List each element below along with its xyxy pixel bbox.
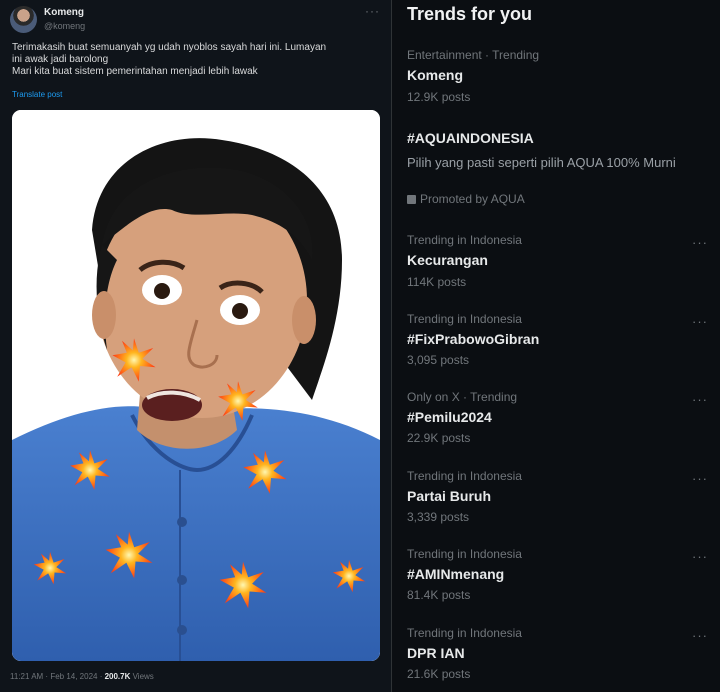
trend-description: Pilih yang pasti seperti pilih AQUA 100%… <box>407 155 676 170</box>
screen: Komeng @komeng ··· Terimakasih buat semu… <box>0 0 720 692</box>
tweet-header: Komeng @komeng ··· <box>10 4 382 34</box>
avatar[interactable] <box>10 6 37 33</box>
tweet-text-line: ini awak jadi barolong <box>12 54 109 65</box>
trend-name[interactable]: Kecurangan <box>407 252 488 268</box>
photo-illustration <box>12 110 380 661</box>
trend-category: Trending in Indonesia <box>407 312 522 326</box>
views-count[interactable]: 200.7K <box>105 672 131 681</box>
trend-name[interactable]: Komeng <box>407 67 463 83</box>
more-horizontal-icon[interactable]: ··· <box>692 549 708 564</box>
promoted-icon <box>407 195 416 204</box>
tweet-text: Terimakasih buat semuanyah yg udah nyobl… <box>12 42 374 78</box>
translate-post-link[interactable]: Translate post <box>12 90 62 99</box>
more-horizontal-icon[interactable]: ··· <box>692 628 708 643</box>
trend-name[interactable]: #AQUAINDONESIA <box>407 130 534 146</box>
trend-post-count: 3,095 posts <box>407 353 470 367</box>
more-horizontal-icon[interactable]: ··· <box>692 314 708 329</box>
trend-name[interactable]: DPR IAN <box>407 645 465 661</box>
trends-panel: Trends for you Entertainment · Trending … <box>392 0 720 692</box>
trend-name[interactable]: Partai Buruh <box>407 488 491 504</box>
tweet-text-line: Terimakasih buat semuanyah yg udah nyobl… <box>12 42 327 53</box>
trends-title: Trends for you <box>407 4 533 24</box>
trend-post-count: 3,339 posts <box>407 510 470 524</box>
more-horizontal-icon[interactable]: ··· <box>692 471 708 486</box>
views-label: Views <box>130 672 154 681</box>
tweet-meta: 11:21 AM · Feb 14, 2024 · 200.7K Views <box>10 672 154 681</box>
tweet-card: Komeng @komeng ··· Terimakasih buat semu… <box>0 0 392 692</box>
more-horizontal-icon[interactable]: ··· <box>365 4 380 18</box>
trend-post-count: 114K posts <box>407 275 467 289</box>
author-handle[interactable]: @komeng <box>44 21 85 31</box>
trend-post-count: 21.6K posts <box>407 667 471 681</box>
trend-name[interactable]: #FixPrabowoGibran <box>407 331 539 347</box>
trend-category: Entertainment · Trending <box>407 48 540 62</box>
trend-post-count: 22.9K posts <box>407 431 471 445</box>
trend-post-count: 81.4K posts <box>407 588 471 602</box>
trend-category: Trending in Indonesia <box>407 233 522 247</box>
trend-category: Trending in Indonesia <box>407 626 522 640</box>
promoted-label: Promoted by AQUA <box>407 192 525 206</box>
tweet-timestamp[interactable]: 11:21 AM · Feb 14, 2024 · <box>10 672 105 681</box>
author-name[interactable]: Komeng <box>44 7 84 18</box>
trend-name[interactable]: #AMINmenang <box>407 566 504 582</box>
trend-name[interactable]: #Pemilu2024 <box>407 409 492 425</box>
trend-category: Trending in Indonesia <box>407 469 522 483</box>
trend-category: Trending in Indonesia <box>407 547 522 561</box>
more-horizontal-icon[interactable]: ··· <box>692 392 708 407</box>
trend-post-count: 12.9K posts <box>407 90 471 104</box>
more-horizontal-icon[interactable]: ··· <box>692 235 708 250</box>
tweet-photo[interactable] <box>12 110 380 661</box>
trend-category: Only on X · Trending <box>407 390 518 404</box>
promoted-text: Promoted by AQUA <box>420 192 525 206</box>
tweet-text-line: Mari kita buat sistem pemerintahan menja… <box>12 66 258 77</box>
